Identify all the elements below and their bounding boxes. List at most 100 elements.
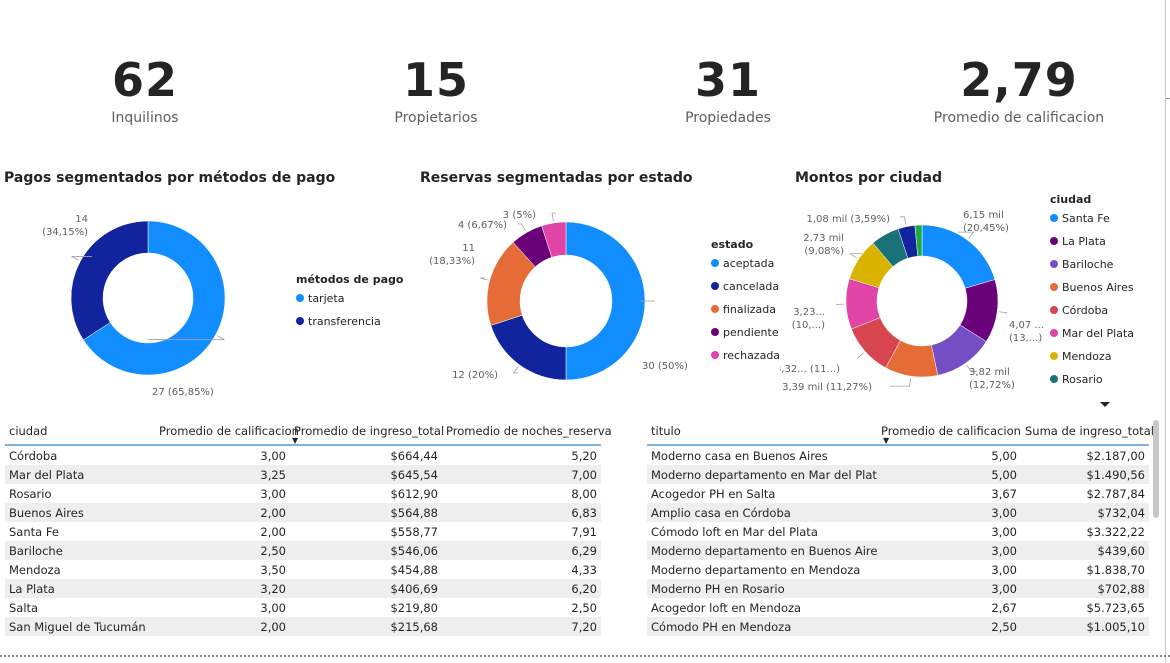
table-cell: Moderno casa en Buenos Aires [651,448,828,463]
table-cell: $612,90 [390,486,438,501]
slice-santa-fe[interactable] [921,224,996,289]
legend-item-cordoba[interactable]: Córdoba [1062,304,1108,317]
data-label: 3,82 mil [969,367,1010,378]
kpi-inquilinos: 62 Inquilinos [15,50,275,126]
table-scrollbar[interactable] [1153,420,1159,518]
legend-marker [1050,306,1058,314]
data-label: (13,...) [1009,333,1042,344]
table-row[interactable]: Moderno departamento en Buenos Aires 3,00… [647,541,1149,560]
table-cell: 7,20 [442,617,601,636]
table-cell: $732,04 [1021,503,1149,522]
table-row[interactable]: Moderno departamento en Mar del Plata 5,0… [647,465,1149,484]
donut-chart-montos[interactable]: 6,15 mil (20,45%) 4,07 ... (13,...) 3,82 mil… [780,188,1160,416]
donut-chart-pagos[interactable]: 27 (65,85%) 14 (34,15%) métodos de pago tarj… [0,190,410,410]
legend-item-mar-del-plata[interactable]: Mar del Plata [1062,327,1134,340]
table-row[interactable]: Buenos Aires 2,00 $564,88 6,83 [5,503,601,522]
legend-item-aceptada[interactable]: aceptada [723,257,774,270]
legend-item-santa-fe[interactable]: Santa Fe [1062,212,1110,225]
legend-item-mendoza[interactable]: Mendoza [1062,350,1111,363]
donut-chart-reservas[interactable]: 30 (50%) 12 (20%) 11 (18,33%) 4 (6,67%)3 (5%… [410,190,790,410]
table-row[interactable]: La Plata 3,20 $406,69 6,20 [5,579,601,598]
legend-item-transferencia[interactable]: transferencia [308,315,381,328]
table-cell: $702,88 [1021,579,1149,598]
table-cell: $406,69 [290,579,442,598]
table-ciudades: ciudad Promedio de calificacion Promedio… [5,418,612,636]
table-cell: $219,80 [390,600,438,615]
table-cell: La Plata [5,579,155,598]
table-propiedades: titulo Promedio de calificacion ▼ Suma d… [647,418,1154,636]
data-label: (10,...) [792,320,825,331]
table-cell: 2,50 [155,541,290,560]
legend-item-pendiente[interactable]: pendiente [723,326,779,339]
table-row[interactable]: Córdoba 3,00 $664,44 5,20 [5,445,601,465]
leader-line [900,216,907,225]
table-cell: Santa Fe [9,524,59,539]
legend-marker [711,305,719,313]
table-cell: 5,20 [571,448,597,463]
table-cell: Acogedor PH en Salta [651,486,776,501]
table-row[interactable]: Mendoza 3,50 $454,88 4,33 [5,560,601,579]
table-row[interactable]: Salta 3,00 $219,80 2,50 [5,598,601,617]
table-cell: 8,00 [571,486,597,501]
legend-item-rechazada[interactable]: rechazada [723,349,780,362]
table-cell: 3,20 [155,579,290,598]
data-label: 3 (5%) [503,210,536,221]
legend-item-bariloche[interactable]: Bariloche [1062,258,1114,271]
kpi-promedio-calificacion: 2,79 Promedio de calificacion [889,50,1149,126]
table-row[interactable]: Acogedor PH en Salta 3,67 $2.787,84 [647,484,1149,503]
legend-item-buenos-aires[interactable]: Buenos Aires [1062,281,1134,294]
data-label: 2,73 mil [803,233,844,244]
column-header-suma-ingreso[interactable]: Suma de ingreso_total [1021,418,1154,446]
table-row[interactable]: Moderno casa en Buenos Aires 5,00 $2.187,0… [647,445,1149,465]
table-row[interactable]: Acogedor loft en Mendoza 2,67 $5.723,65 [647,598,1149,617]
table-row[interactable]: Moderno departamento en Mendoza 3,00 $1.83… [647,560,1149,579]
table-cell: 3,67 [991,486,1017,501]
legend-more-icon[interactable] [1100,402,1110,407]
table-row[interactable]: Amplio casa en Córdoba 3,00 $732,04 [647,503,1149,522]
leader-line [551,212,556,222]
table-row[interactable]: Moderno PH en Rosario 3,00 $702,88 [647,579,1149,598]
kpi-value: 15 [402,53,469,107]
table-row[interactable]: Santa Fe 2,00 $558,77 7,91 [5,522,601,541]
legend-item-tarjeta[interactable]: tarjeta [308,292,344,305]
column-header-label: Promedio de calificacion [881,424,1021,438]
table-cell: Cómodo loft en Mar del Plata [651,524,818,539]
table-row[interactable]: San Miguel de Tucumán 2,00 $215,68 7,20 [5,617,601,636]
column-header-promedio-calificacion[interactable]: Promedio de calificacion [155,418,299,446]
table-cell: $645,54 [290,465,442,484]
legend-item-la-plata[interactable]: La Plata [1062,235,1106,248]
column-header-titulo[interactable]: titulo [647,418,877,446]
table-row[interactable]: Rosario 3,00 $612,90 8,00 [5,484,601,503]
legend-title: métodos de pago [296,273,404,286]
column-header-promedio-calificacion[interactable]: Promedio de calificacion ▼ [877,418,1021,446]
slice-cancelada[interactable] [490,314,567,381]
legend-item-rosario[interactable]: Rosario [1062,373,1103,386]
table-body: Moderno casa en Buenos Aires 5,00 $2.187,0… [647,445,1149,636]
slice-aceptada[interactable] [565,221,646,381]
data-label: (9,08%) [804,246,844,257]
table-cell: $454,88 [390,562,438,577]
table-row[interactable]: Cómodo loft en Mar del Plata 3,00 $3.322,2… [647,522,1149,541]
kpi-propiedades: 31 Propiedades [598,50,858,126]
column-header-promedio-ingreso[interactable]: Promedio de ingreso_total ▼ [290,418,444,446]
table-cell: San Miguel de Tucumán [5,617,155,636]
table-cell: 2,00 [155,503,290,522]
kpi-value: 62 [111,53,178,107]
table-cell: Cómodo PH en Mendoza [647,617,877,636]
table-cell: Mendoza [9,562,61,577]
table-cell: 5,00 [877,465,1021,484]
legend-item-cancelada[interactable]: cancelada [723,280,779,293]
table-cell: 3,00 [260,448,286,463]
legend-item-finalizada[interactable]: finalizada [723,303,776,316]
table-row[interactable]: Mar del Plata 3,25 $645,54 7,00 [5,465,601,484]
legend-marker [711,351,719,359]
table-row[interactable]: Cómodo PH en Mendoza 2,50 $1.005,10 [647,617,1149,636]
column-header-promedio-noches[interactable]: Promedio de noches_reserva [442,418,612,446]
slice-transferencia[interactable] [70,220,149,341]
table-row[interactable]: Bariloche 2,50 $546,06 6,29 [5,541,601,560]
table-cell: $2.187,00 [1086,448,1145,463]
column-header-ciudad[interactable]: ciudad [5,418,155,446]
table-cell: Buenos Aires [5,503,155,522]
legend-title: estado [711,238,754,251]
data-label: 3,39 mil (11,27%) [782,382,872,393]
